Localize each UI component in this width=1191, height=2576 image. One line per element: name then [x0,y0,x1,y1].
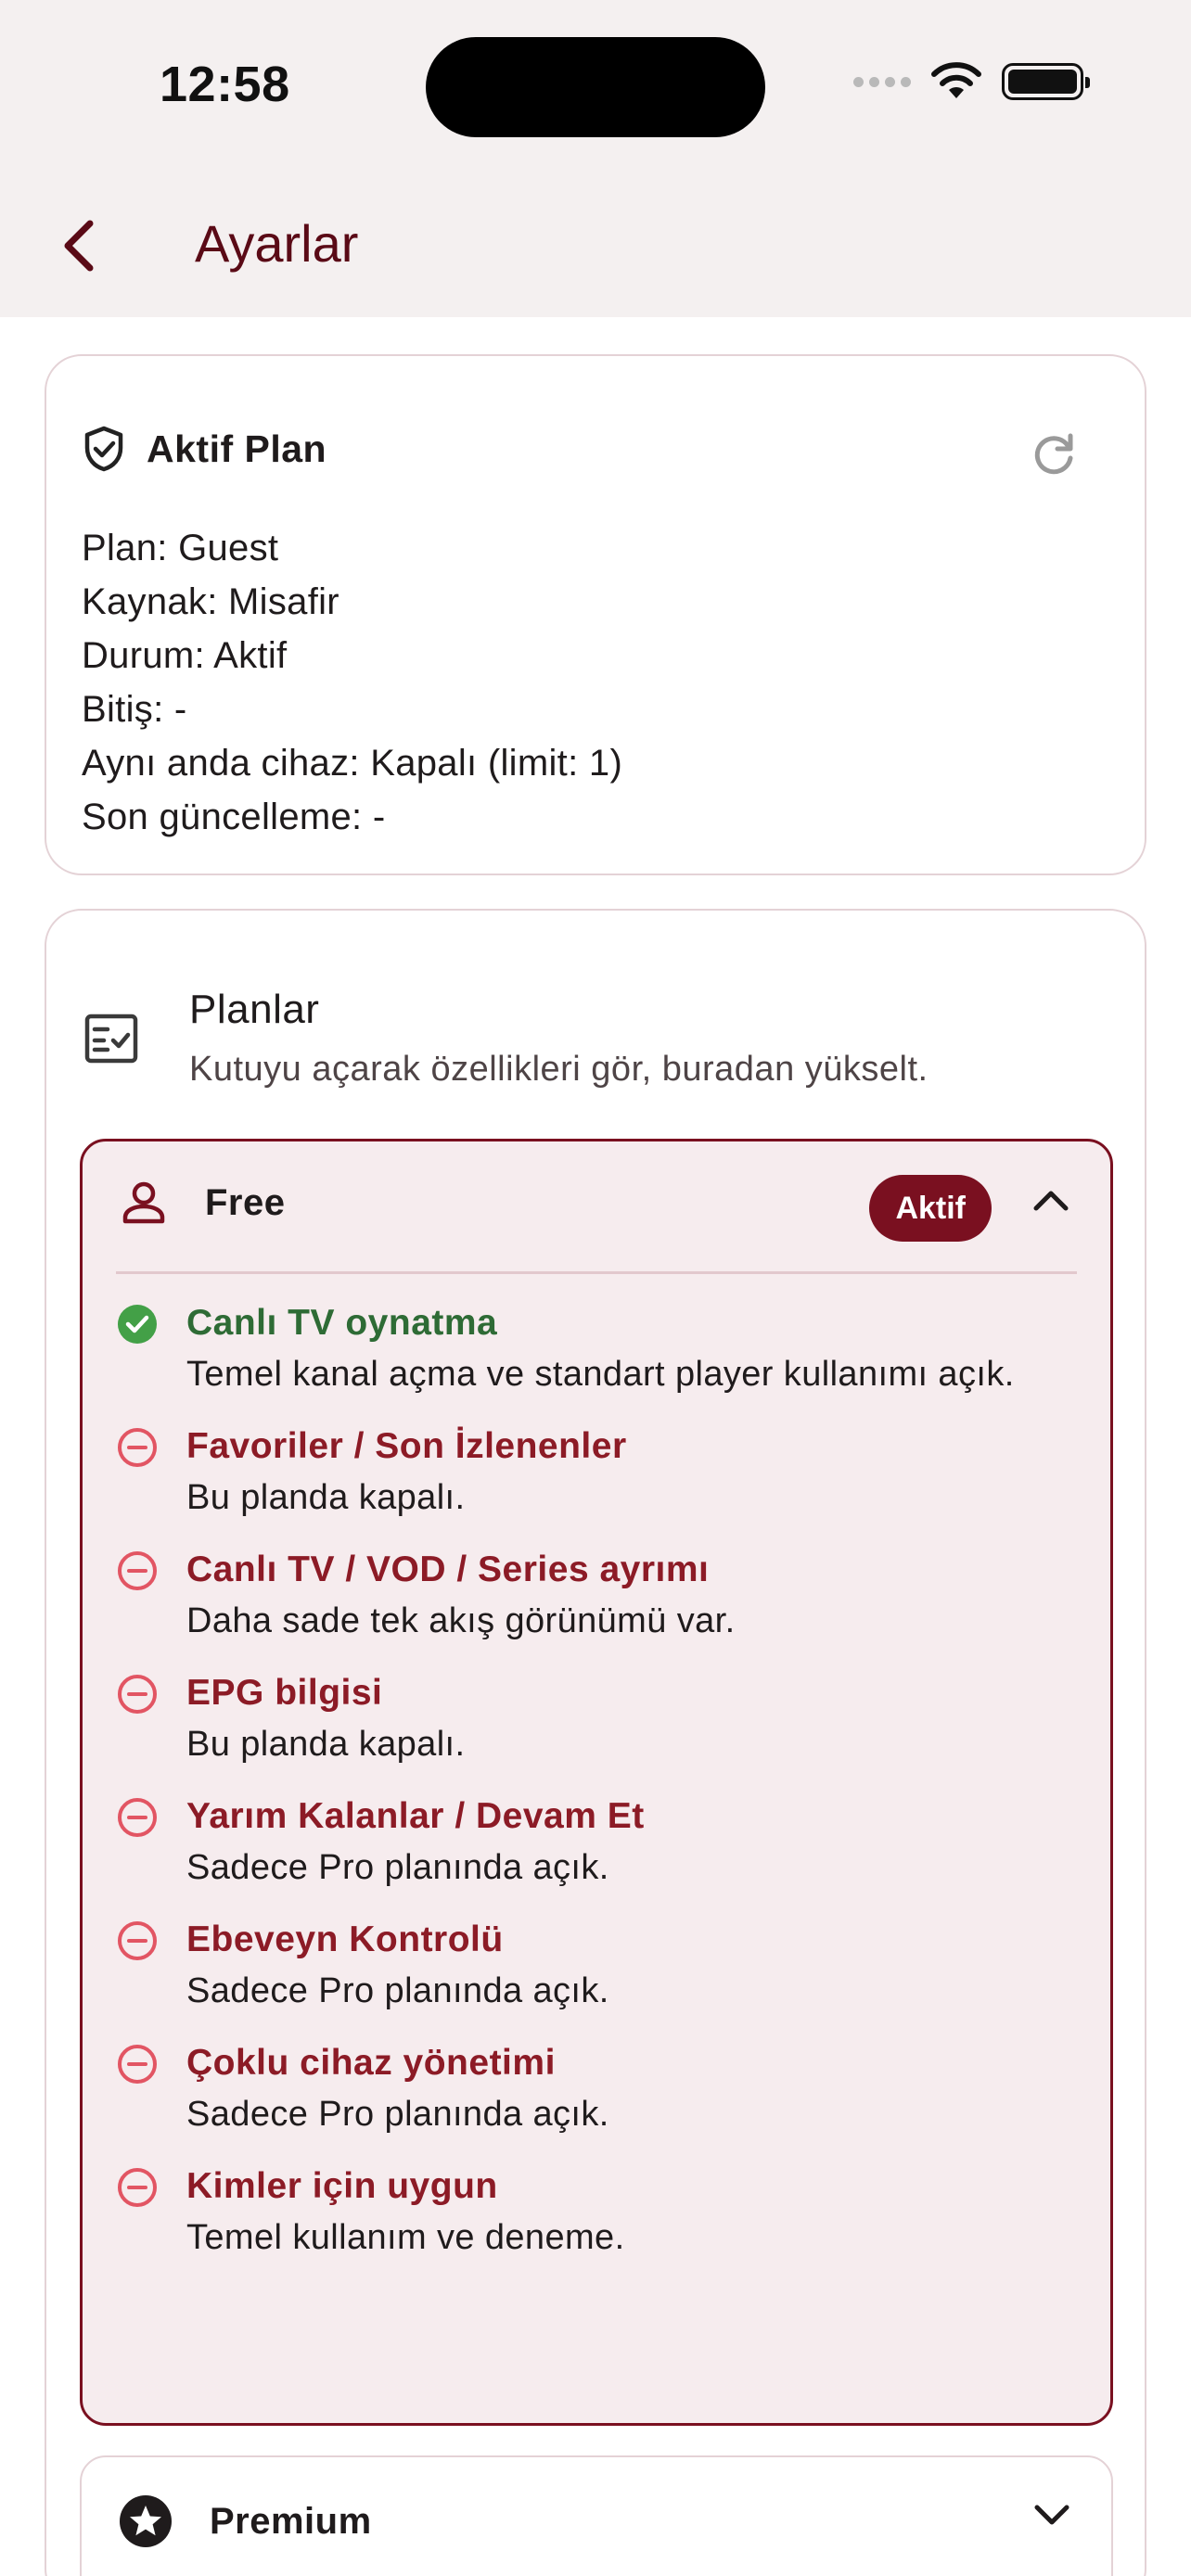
status-line: Durum: Aktif [82,635,288,676]
plan-premium-panel[interactable]: Premium [80,2455,1113,2576]
minus-circle-icon [118,1551,157,1590]
feature-item: Canlı TV oynatma Temel kanal açma ve sta… [116,1299,1062,1401]
feature-item: Favoriler / Son İzlenenler Bu planda kap… [116,1422,1062,1524]
feature-desc: Bu planda kapalı. [186,1478,466,1517]
feature-title: Favoriler / Son İzlenenler [186,1426,627,1466]
divider [116,1271,1077,1274]
top-area: 12:58 Ayarlar [0,0,1191,317]
minus-circle-icon [118,2168,157,2207]
battery-icon [1002,63,1090,100]
expiry-line: Bitiş: - [82,689,187,730]
active-plan-header: Aktif Plan [82,425,327,473]
status-icons [853,61,1090,102]
minus-circle-icon [118,2045,157,2084]
feature-item: Yarım Kalanlar / Devam Et Sadece Pro pla… [116,1792,1062,1894]
plans-card: Planlar Kutuyu açarak özellikleri gör, b… [45,909,1146,2576]
minus-circle-icon [118,1675,157,1714]
last-update-line: Son güncelleme: - [82,797,386,837]
feature-title: Ebeveyn Kontrolü [186,1919,504,1959]
dynamic-island [426,37,765,137]
plan-free-name: Free [205,1181,286,1223]
signal-icon [853,76,911,87]
feature-title: Yarım Kalanlar / Devam Et [186,1796,645,1836]
active-badge: Aktif [869,1175,992,1242]
refresh-icon[interactable] [1028,428,1080,480]
feature-desc: Sadece Pro planında açık. [186,1971,609,2010]
plan-premium-header[interactable]: Premium [119,2494,372,2548]
app-bar: Ayarlar [0,185,1191,317]
back-arrow-icon [64,220,94,272]
active-plan-title: Aktif Plan [147,427,327,470]
active-plan-card: Aktif Plan Plan: Guest Kaynak: Misafir D… [45,354,1146,875]
star-circle-icon [120,2495,172,2547]
wifi-icon [931,62,981,98]
check-circle-icon [118,1305,157,1344]
feature-list: Canlı TV oynatma Temel kanal açma ve sta… [116,1299,1062,2286]
shield-check-icon [84,426,123,472]
plan-premium-name: Premium [210,2500,372,2542]
minus-circle-icon [118,1428,157,1467]
feature-desc: Sadece Pro planında açık. [186,2095,609,2134]
plan-free-panel: Free Aktif Canlı TV oynatma Temel kanal … [80,1139,1113,2426]
feature-title: Canlı TV oynatma [186,1303,498,1343]
minus-circle-icon [118,1921,157,1960]
feature-title: Çoklu cihaz yönetimi [186,2043,556,2083]
back-button[interactable] [46,213,111,278]
checklist-icon [84,1014,138,1064]
feature-title: Kimler için uygun [186,2166,498,2206]
feature-desc: Temel kullanım ve deneme. [186,2218,625,2257]
plan-line: Plan: Guest [82,528,279,568]
device-line: Aynı anda cihaz: Kapalı (limit: 1) [82,743,623,784]
chevron-down-icon[interactable] [1033,2504,1070,2528]
active-plan-details: Plan: Guest Kaynak: Misafir Durum: Aktif… [82,521,622,844]
feature-item: Canlı TV / VOD / Series ayrımı Daha sade… [116,1546,1062,1648]
feature-desc: Daha sade tek akış görünümü var. [186,1601,736,1640]
feature-desc: Bu planda kapalı. [186,1725,466,1764]
feature-item: EPG bilgisi Bu planda kapalı. [116,1669,1062,1771]
plan-free-header[interactable]: Free [120,1179,286,1227]
feature-item: Çoklu cihaz yönetimi Sadece Pro planında… [116,2039,1062,2141]
person-icon [122,1181,165,1224]
feature-desc: Sadece Pro planında açık. [186,1848,609,1887]
feature-item: Ebeveyn Kontrolü Sadece Pro planında açı… [116,1916,1062,2018]
minus-circle-icon [118,1798,157,1837]
plans-subtitle: Kutuyu açarak özellikleri gör, buradan y… [189,1050,928,1089]
page-title: Ayarlar [195,214,359,273]
chevron-up-icon[interactable] [1032,1188,1069,1212]
feature-title: Canlı TV / VOD / Series ayrımı [186,1549,710,1589]
plans-title: Planlar [189,987,320,1032]
feature-desc: Temel kanal açma ve standart player kull… [186,1355,1015,1394]
feature-item: Kimler için uygun Temel kullanım ve dene… [116,2162,1062,2264]
feature-title: EPG bilgisi [186,1673,383,1713]
source-line: Kaynak: Misafir [82,581,339,622]
status-time: 12:58 [160,57,290,112]
